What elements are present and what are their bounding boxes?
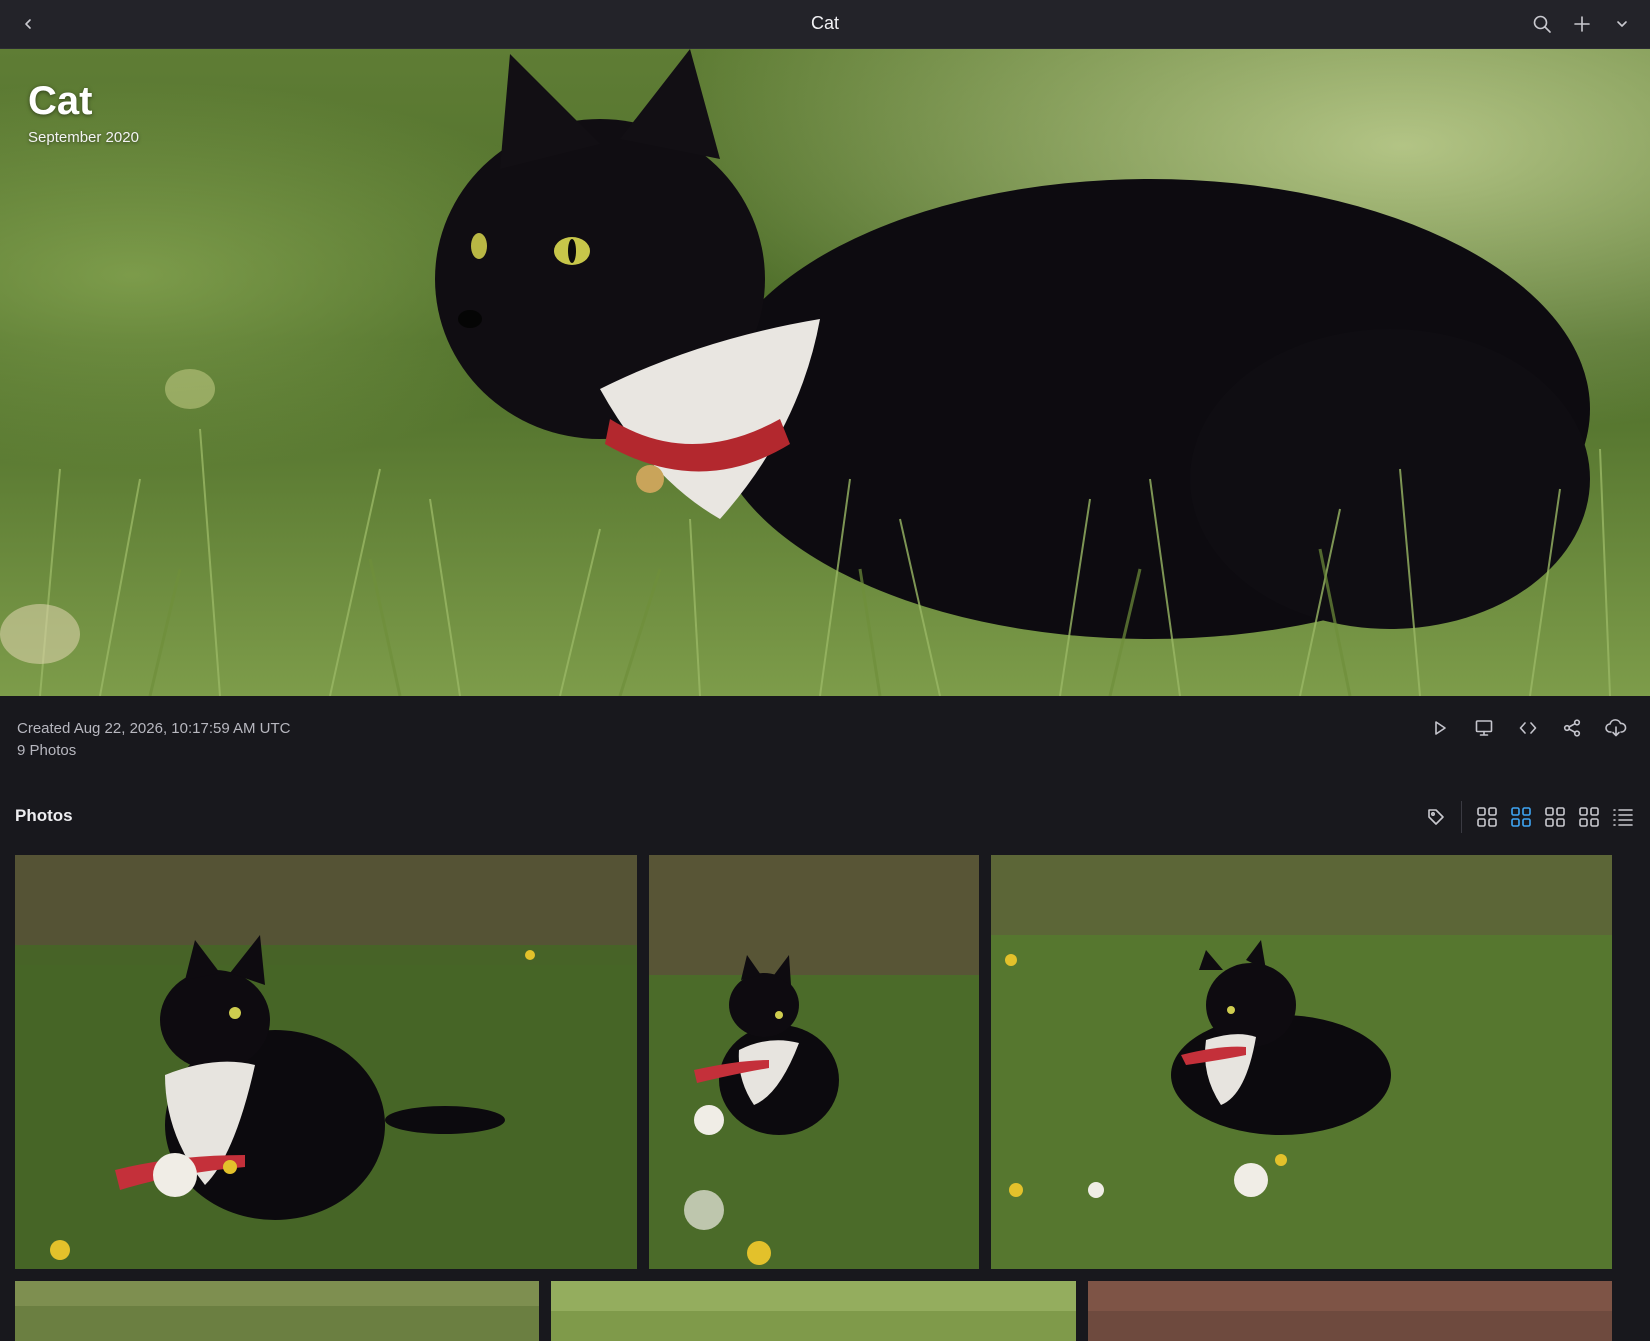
view-grid-large-button[interactable] <box>1542 804 1568 830</box>
photo-tile-3[interactable] <box>991 855 1612 1269</box>
photo-tile-1[interactable] <box>15 855 637 1269</box>
back-button[interactable] <box>16 12 40 36</box>
play-slideshow-button[interactable] <box>1428 716 1452 740</box>
view-grid-medium-button[interactable] <box>1508 804 1534 830</box>
code-icon <box>1519 722 1537 734</box>
photo-thumbnail <box>551 1281 1076 1341</box>
grid-small-icon <box>1477 807 1497 827</box>
share-icon <box>1563 719 1581 737</box>
tag-button[interactable] <box>1423 804 1449 830</box>
view-list-button[interactable] <box>1610 804 1636 830</box>
photo-thumbnail <box>649 855 979 1269</box>
chevron-down-icon <box>1617 21 1627 27</box>
view-toolbar <box>1423 801 1636 833</box>
play-icon <box>1435 721 1446 735</box>
monitor-icon <box>1475 720 1493 736</box>
toolbar-divider <box>1461 801 1462 833</box>
album-cover: Cat September 2020 <box>0 49 1650 696</box>
photo-tile-5[interactable] <box>551 1281 1076 1341</box>
view-grid-small-button[interactable] <box>1474 804 1500 830</box>
photo-thumbnail <box>15 855 637 1269</box>
grid-xlarge-icon <box>1579 807 1599 827</box>
view-grid-xlarge-button[interactable] <box>1576 804 1602 830</box>
search-button[interactable] <box>1530 12 1554 36</box>
more-dropdown-button[interactable] <box>1610 12 1634 36</box>
embed-button[interactable] <box>1516 716 1540 740</box>
present-button[interactable] <box>1472 716 1496 740</box>
grid-large-icon <box>1545 807 1565 827</box>
photos-heading: Photos <box>15 806 73 825</box>
photo-thumbnail <box>991 855 1612 1269</box>
created-timestamp: Created Aug 22, 2026, 10:17:59 AM UTC <box>17 720 291 737</box>
photo-count: 9 Photos <box>17 742 77 759</box>
photo-tile-4[interactable] <box>15 1281 539 1341</box>
download-button[interactable] <box>1604 716 1628 740</box>
chevron-left-icon <box>25 19 31 29</box>
top-bar: Cat <box>0 0 1650 49</box>
album-date: September 2020 <box>28 129 139 146</box>
add-button[interactable] <box>1570 12 1594 36</box>
photo-thumbnail <box>15 1281 539 1341</box>
plus-icon <box>1574 16 1590 32</box>
cloud-download-icon <box>1605 719 1627 737</box>
album-meta: Created Aug 22, 2026, 10:17:59 AM UTC 9 … <box>17 718 291 762</box>
list-icon <box>1613 809 1633 826</box>
album-actions <box>1428 716 1628 740</box>
grid-medium-icon <box>1511 807 1531 827</box>
photo-tile-2[interactable] <box>649 855 979 1269</box>
album-title: Cat <box>28 79 93 123</box>
photo-tile-6[interactable] <box>1088 1281 1612 1341</box>
page-title: Cat <box>810 13 839 33</box>
tag-icon <box>1428 809 1444 825</box>
search-icon <box>1533 15 1551 33</box>
photo-thumbnail <box>1088 1281 1612 1341</box>
share-button[interactable] <box>1560 716 1584 740</box>
cover-photo <box>0 49 1650 696</box>
